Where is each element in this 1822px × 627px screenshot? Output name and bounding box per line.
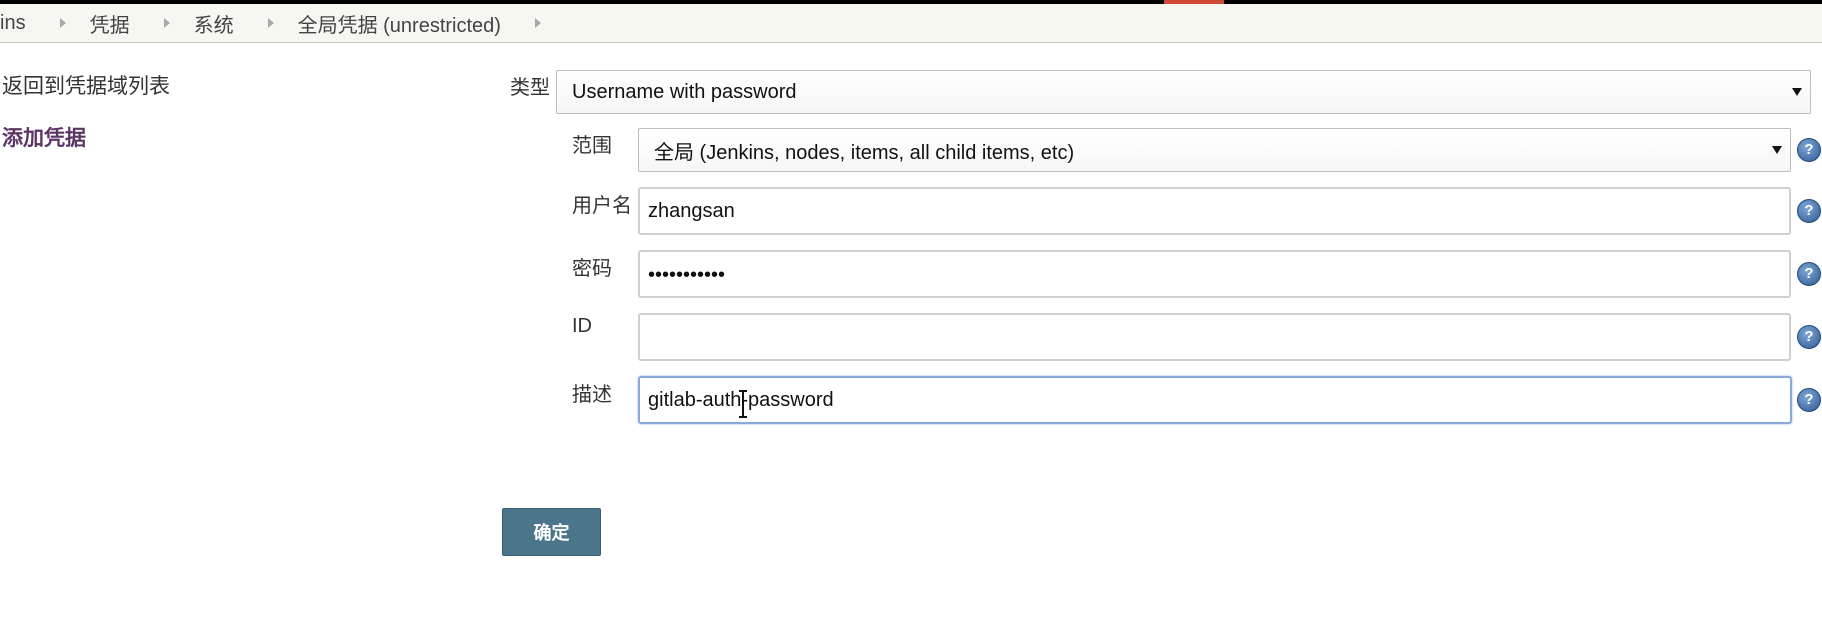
username-field[interactable] (638, 187, 1791, 235)
sidebar-item-back-to-domains[interactable]: 返回到凭据域列表 (2, 70, 170, 100)
kind-select[interactable]: Username with password (556, 70, 1811, 114)
breadcrumb-item-system[interactable]: 系统 (194, 9, 234, 38)
breadcrumb-item-credentials[interactable]: 凭据 (90, 9, 130, 38)
kind-label: 类型 (510, 77, 550, 99)
help-icon[interactable]: ? (1797, 388, 1821, 412)
kind-select-value: Username with password (572, 80, 797, 103)
chevron-right-icon[interactable] (163, 18, 170, 28)
scope-select-value: 全局 (Jenkins, nodes, items, all child ite… (654, 141, 1075, 164)
help-icon[interactable]: ? (1797, 262, 1821, 286)
scope-label: 范围 (572, 135, 612, 157)
description-label: 描述 (572, 384, 612, 406)
sidebar-item-add-credentials[interactable]: 添加凭据 (2, 122, 170, 152)
description-field[interactable] (638, 376, 1792, 424)
breadcrumb-item-jenkins[interactable]: ins (0, 12, 26, 35)
breadcrumb-item-global-credentials[interactable]: 全局凭据 (unrestricted) (298, 9, 501, 38)
id-field[interactable] (638, 313, 1791, 361)
help-icon[interactable]: ? (1797, 138, 1821, 162)
chevron-right-icon[interactable] (534, 18, 541, 28)
password-field[interactable]: ••••••••••• (638, 250, 1791, 298)
help-icon[interactable]: ? (1797, 199, 1821, 223)
username-label: 用户名 (572, 195, 632, 217)
scope-select[interactable]: 全局 (Jenkins, nodes, items, all child ite… (638, 128, 1791, 172)
chevron-right-icon[interactable] (59, 18, 66, 28)
dropdown-caret-icon (1792, 88, 1802, 96)
password-label: 密码 (572, 258, 612, 280)
dropdown-caret-icon (1772, 146, 1782, 154)
password-mask: ••••••••••• (648, 264, 726, 286)
id-label: ID (572, 315, 592, 337)
help-icon[interactable]: ? (1797, 325, 1821, 349)
submit-button[interactable]: 确定 (502, 508, 601, 556)
breadcrumb: ins 凭据 系统 全局凭据 (unrestricted) (0, 4, 1822, 43)
sidebar: 返回到凭据域列表 添加凭据 (2, 70, 170, 174)
chevron-right-icon[interactable] (267, 18, 274, 28)
